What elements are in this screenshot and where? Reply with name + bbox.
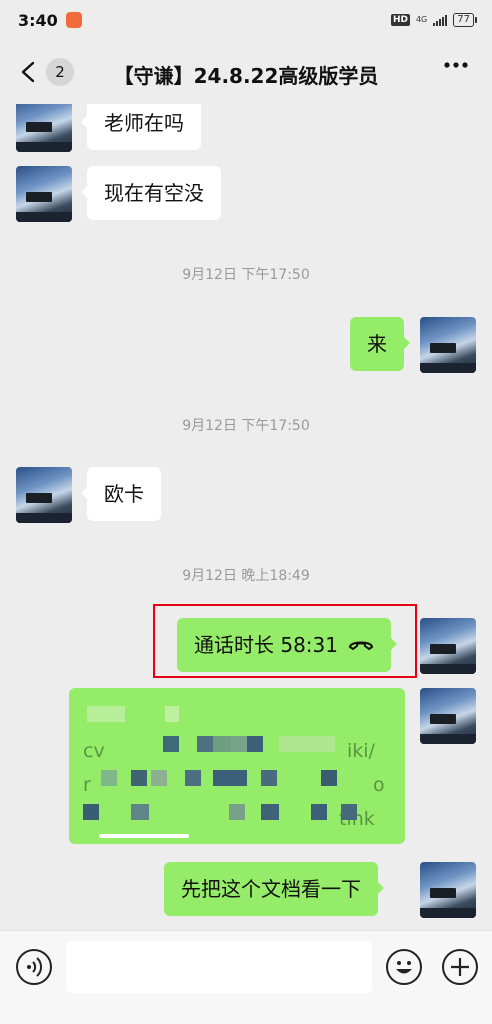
redacted-link-message[interactable]: cv iki/ r o tink [69, 688, 405, 844]
message-text: 先把这个文档看一下 [181, 877, 361, 901]
message-text: 现在有空没 [104, 181, 204, 205]
incoming-message[interactable]: 现在有空没 [81, 166, 221, 220]
notification-app-icon [65, 12, 82, 28]
voice-button[interactable] [16, 949, 52, 985]
contact-avatar[interactable] [16, 104, 72, 152]
status-time: 3:40 [18, 10, 58, 30]
call-record-message[interactable]: 通话时长 58:31 [177, 618, 397, 672]
chat-header: 2 【守谦】24.8.22高级版学员 [0, 40, 492, 104]
message-text: 来 [367, 332, 387, 356]
status-indicators: HD 4G 77 [390, 13, 477, 27]
battery-icon: 77 [453, 13, 477, 27]
emoji-button[interactable] [386, 949, 422, 985]
message-input[interactable] [66, 941, 372, 993]
message-list[interactable]: 老师在吗 现在有空没 9月12日 下午17:50 来 9月12日 下午17:50… [0, 104, 492, 930]
emoji-icon [396, 961, 412, 974]
hangup-phone-icon [349, 641, 373, 650]
message-timestamp: 9月12日 下午17:50 [182, 418, 310, 434]
message-text: 欧卡 [104, 482, 144, 506]
message-timestamp: 9月12日 下午17:50 [182, 267, 310, 283]
my-avatar[interactable] [420, 317, 476, 373]
outgoing-message[interactable]: 来 [350, 317, 410, 371]
incoming-message[interactable]: 老师在吗 [81, 104, 201, 150]
my-avatar[interactable] [420, 618, 476, 674]
signal-icon [433, 14, 448, 26]
message-timestamp: 9月12日 晚上18:49 [182, 568, 310, 584]
voice-icon [27, 957, 43, 977]
back-button[interactable]: 2 [18, 58, 74, 86]
my-avatar[interactable] [420, 688, 476, 744]
network-type: 4G [415, 15, 428, 24]
back-arrow-icon [21, 61, 35, 83]
unread-count-badge: 2 [46, 58, 74, 86]
input-bar [0, 930, 492, 1024]
plus-icon [451, 958, 469, 976]
contact-avatar[interactable] [16, 166, 72, 222]
more-dots-icon[interactable] [444, 62, 468, 68]
message-text: 老师在吗 [104, 111, 184, 135]
more-functions-button[interactable] [442, 949, 478, 985]
call-duration-text: 通话时长 58:31 [194, 633, 338, 657]
hd-badge: HD [390, 14, 410, 26]
my-avatar[interactable] [420, 862, 476, 918]
outgoing-message[interactable]: 先把这个文档看一下 [164, 862, 384, 916]
contact-avatar[interactable] [16, 467, 72, 523]
incoming-message[interactable]: 欧卡 [81, 467, 161, 521]
pixelated-redaction [69, 688, 405, 844]
status-bar: 3:40 HD 4G 77 [0, 0, 492, 40]
